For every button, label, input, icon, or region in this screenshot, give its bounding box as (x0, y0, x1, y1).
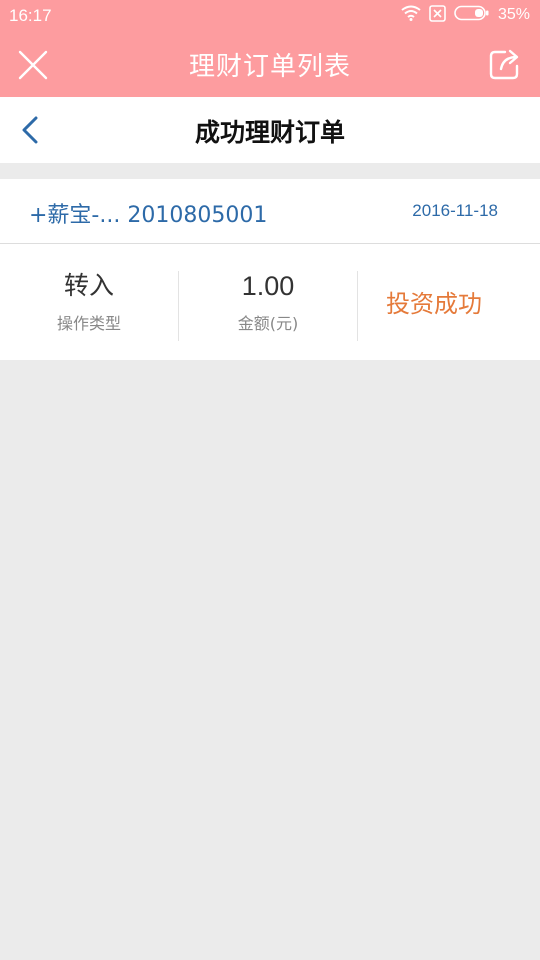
battery-percent: 35% (497, 6, 530, 23)
operation-type-label: 操作类型 (56, 314, 121, 333)
close-button[interactable] (18, 50, 48, 80)
operation-type-value: 转入 (63, 271, 114, 300)
order-card[interactable]: +薪宝-... 2010805001 2016-11-18 转入 操作类型 1.… (0, 179, 540, 360)
battery-icon (454, 5, 490, 25)
product-name: +薪宝-... 2010805001 (29, 203, 268, 228)
amount-label: 金额(元) (237, 314, 299, 333)
chevron-left-icon (22, 116, 38, 144)
sub-page-title: 成功理财订单 (194, 118, 345, 147)
page-title: 理财订单列表 (188, 52, 351, 82)
sub-header: 成功理财订单 (0, 97, 540, 163)
back-button[interactable] (18, 115, 44, 145)
order-status: 投资成功 (386, 290, 482, 318)
share-button[interactable] (489, 48, 523, 80)
status-bar: 16:17 35% (0, 0, 540, 30)
order-date: 2016-11-18 (412, 201, 498, 220)
wifi-icon (401, 5, 421, 25)
amount-value: 1.00 (241, 271, 295, 301)
operation-type-cell: 转入 操作类型 (0, 270, 178, 334)
share-icon (489, 49, 519, 80)
nav-bar: 理财订单列表 (0, 30, 540, 97)
order-header-row: +薪宝-... 2010805001 2016-11-18 (0, 179, 540, 244)
top-header: 16:17 35% 理财订单列表 (0, 0, 540, 97)
status-time: 16:17 (9, 6, 52, 25)
no-sim-icon (429, 4, 446, 26)
order-detail-row: 转入 操作类型 1.00 金额(元) 投资成功 (0, 244, 540, 360)
close-icon (18, 50, 48, 80)
status-icons: 35% (401, 4, 530, 26)
amount-cell: 1.00 金额(元) (179, 270, 357, 334)
